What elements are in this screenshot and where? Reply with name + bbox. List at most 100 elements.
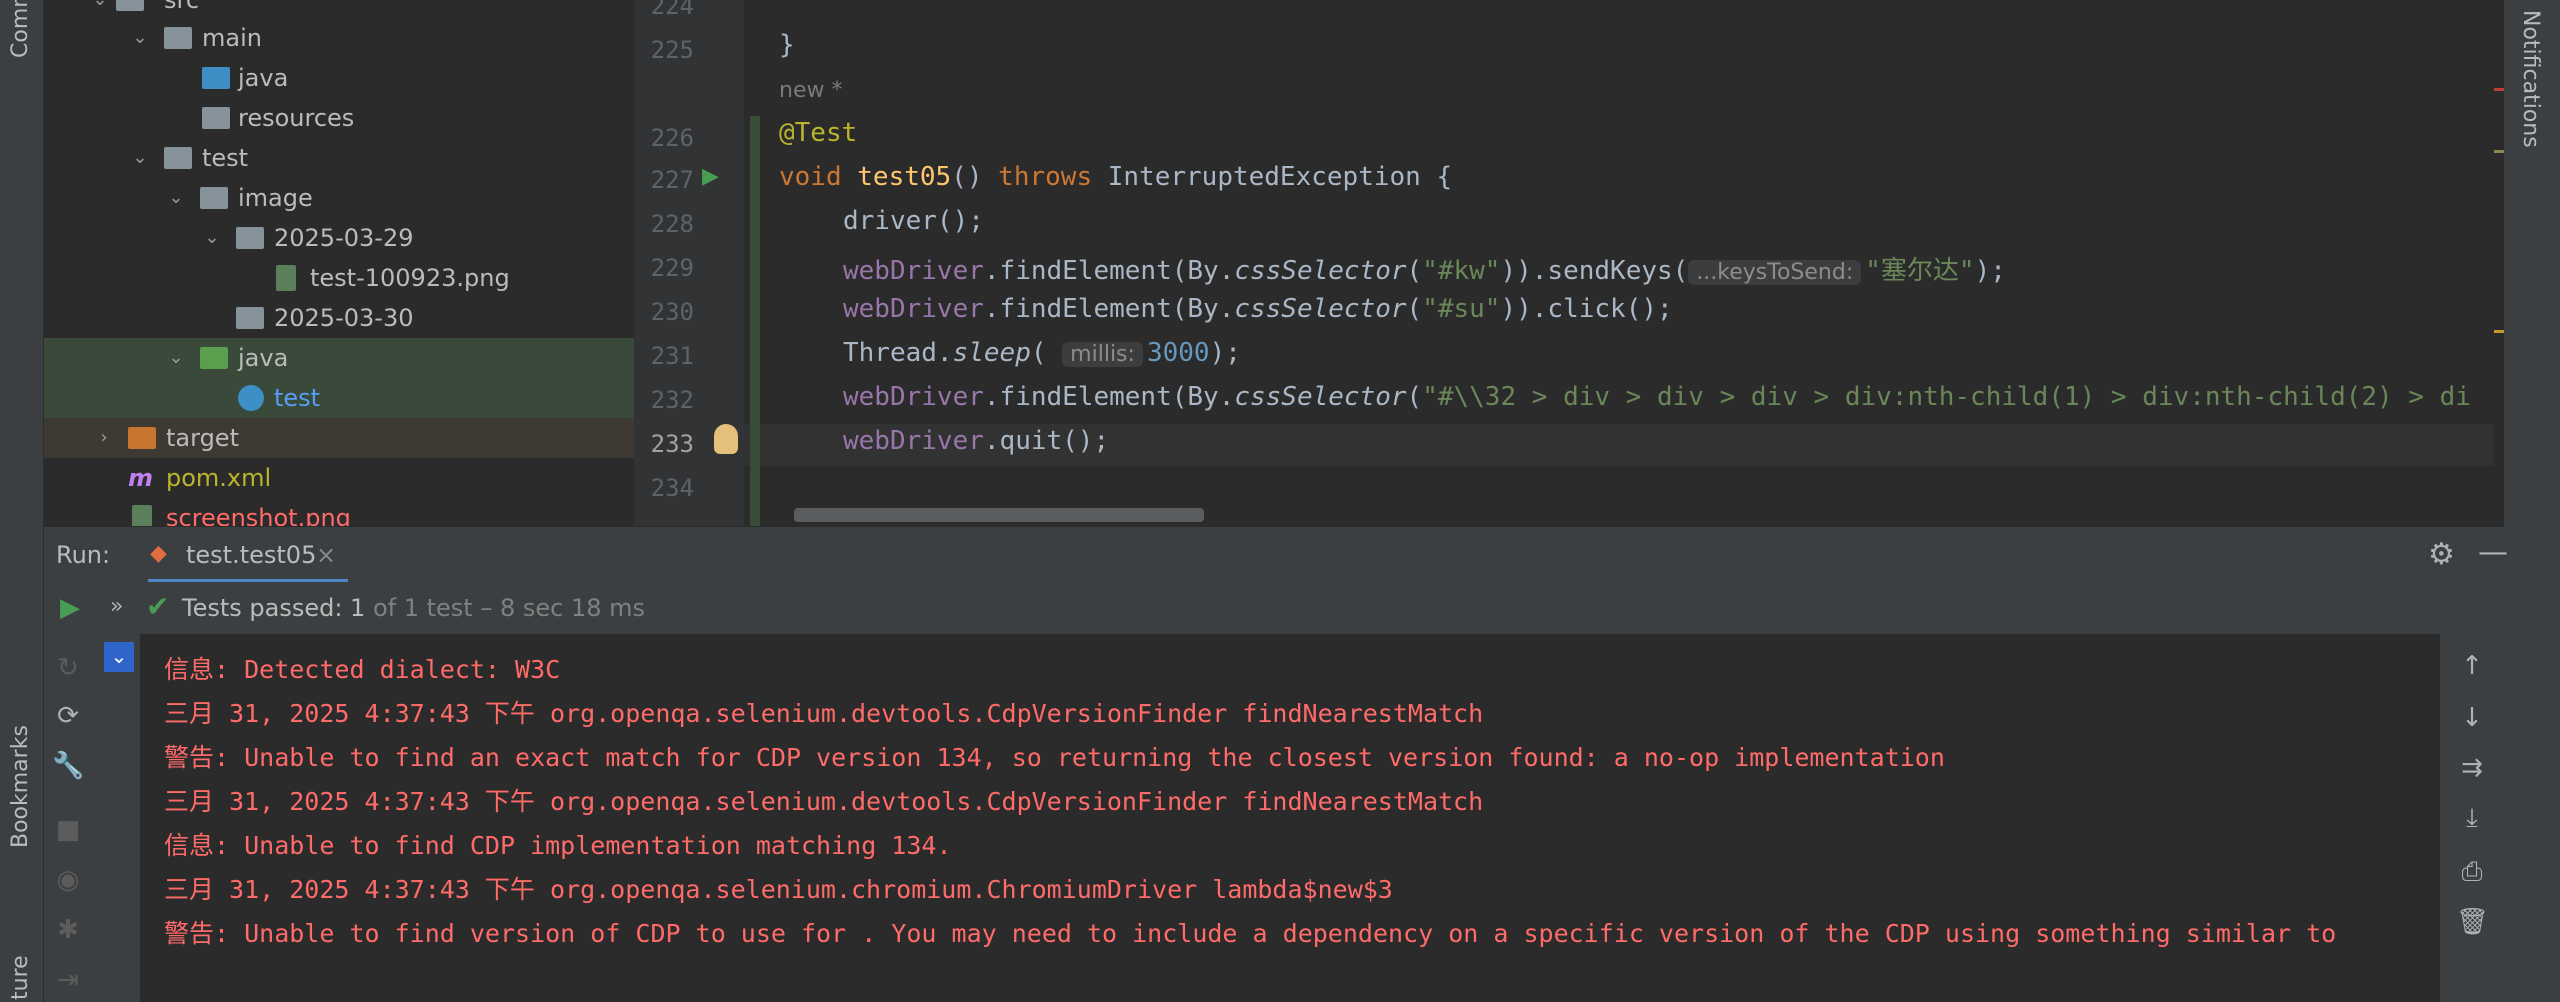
excluded-folder-icon (128, 427, 156, 449)
run-toolbar: ▶ » ✔ Tests passed: 1 of 1 test – 8 sec … (44, 582, 2504, 634)
console-line: 警告: Unable to find an exact match for CD… (164, 743, 1945, 772)
image-file-icon (276, 265, 296, 291)
editor-horizontal-scrollbar[interactable] (794, 508, 1204, 522)
line-number: 227 (650, 166, 694, 194)
console-line: 信息: Detected dialect: W3C (164, 655, 561, 684)
run-tab-label[interactable]: test.test05 (186, 541, 316, 569)
run-config-icon: ◆ (150, 541, 167, 566)
code-line: @Test (779, 118, 858, 148)
tree-item-2025-03-29[interactable]: ⌄ 2025-03-29 (44, 218, 634, 258)
tree-item-test[interactable]: ⌄ test (44, 138, 634, 178)
run-side-toolbar: ↻ ⟳ 🔧 ■ ◉ ✱ ⇥ (44, 634, 92, 1002)
chevron-down-icon[interactable]: ⌄ (130, 148, 150, 168)
tree-item-java-test[interactable]: ⌄ java (44, 338, 634, 378)
code-line: webDriver.quit(); (843, 426, 1110, 456)
toggle-auto-test-icon[interactable]: ⟳ (52, 700, 84, 732)
console-line: 三月 31, 2025 4:37:43 下午 org.openqa.seleni… (164, 787, 1484, 816)
code-line: webDriver.findElement(By.cssSelector("#k… (843, 256, 2006, 286)
scroll-to-end-icon[interactable]: ⤓ (2456, 802, 2488, 834)
chevron-down-icon[interactable]: ⌄ (90, 0, 110, 10)
run-test-icon[interactable]: ▶ (702, 164, 728, 190)
maven-icon: m (128, 464, 154, 492)
chevron-right-icon[interactable]: › (94, 428, 114, 448)
close-tab-icon[interactable]: × (316, 541, 336, 569)
tree-item-java-source[interactable]: java (44, 58, 634, 98)
tree-item-image[interactable]: ⌄ image (44, 178, 634, 218)
tree-item-main[interactable]: ⌄ main (44, 18, 634, 58)
arrow-down-icon[interactable]: ↓ (2456, 702, 2488, 734)
camera-icon[interactable]: ◉ (52, 864, 84, 896)
gear-icon[interactable]: ⚙ (2428, 537, 2455, 572)
tree-item-2025-03-30[interactable]: 2025-03-30 (44, 298, 634, 338)
trash-icon[interactable]: 🗑 (2456, 906, 2489, 938)
code-line: void test05() throws InterruptedExceptio… (779, 162, 1453, 192)
rerun-failed-icon[interactable]: ↻ (52, 652, 84, 684)
left-tool-strip: Commit Bookmarks ture (0, 0, 44, 1002)
line-number: 231 (650, 342, 694, 370)
print-icon[interactable]: ⎙ (2456, 856, 2488, 888)
chevron-down-icon[interactable]: ⌄ (130, 28, 150, 48)
debug-icon[interactable]: ✱ (52, 914, 84, 946)
code-line: webDriver.findElement(By.cssSelector("#\… (843, 382, 2471, 412)
run-panel-header: Run: ◆ test.test05 × ⚙ — (44, 526, 2508, 583)
exit-icon[interactable]: ⇥ (52, 964, 84, 996)
line-number: 229 (650, 254, 694, 282)
tree-item-test-class[interactable]: test (44, 378, 634, 418)
chevron-down-icon[interactable]: ⌄ (202, 228, 222, 248)
run-panel-title: Run: (56, 541, 111, 569)
class-icon (238, 385, 264, 411)
image-file-icon (132, 505, 152, 526)
expand-icon[interactable]: » (110, 594, 123, 619)
test-tree-collapsed: ⌄ (92, 634, 140, 1002)
tree-item-png-file[interactable]: test-100923.png (44, 258, 634, 298)
code-line: } (779, 30, 795, 60)
line-number: 226 (650, 124, 694, 152)
console-output[interactable]: 信息: Detected dialect: W3C 三月 31, 2025 4:… (140, 634, 2440, 1002)
folder-icon (164, 147, 192, 169)
chevron-down-icon[interactable]: ⌄ (166, 348, 186, 368)
line-number: 228 (650, 210, 694, 238)
folder-icon (164, 27, 192, 49)
resources-folder-icon (202, 107, 230, 129)
console-line: 三月 31, 2025 4:37:43 下午 org.openqa.seleni… (164, 875, 1393, 904)
folder-icon (236, 227, 264, 249)
check-icon: ✔ (146, 590, 170, 623)
console-line: 警告: Unable to find version of CDP to use… (164, 919, 2337, 948)
tree-item-resources[interactable]: resources (44, 98, 634, 138)
console-line: 三月 31, 2025 4:37:43 下午 org.openqa.seleni… (164, 699, 1484, 728)
lightbulb-icon[interactable] (714, 424, 738, 454)
rerun-icon[interactable]: ▶ (54, 592, 86, 624)
stop-icon[interactable]: ■ (52, 814, 84, 846)
structure-tool-tab[interactable]: ture (8, 955, 33, 1000)
parameter-hint: millis: (1062, 342, 1143, 367)
console-line: 信息: Unable to find CDP implementation ma… (164, 831, 952, 860)
wrench-icon[interactable]: 🔧 (52, 750, 84, 782)
project-tree: ⌄ src ⌄ main java resources ⌄ test ⌄ ima… (44, 0, 634, 526)
code-line: webDriver.findElement(By.cssSelector("#s… (843, 294, 1673, 324)
soft-wrap-icon[interactable]: ⇉ (2456, 752, 2488, 784)
test-status-text: Tests passed: 1 of 1 test – 8 sec 18 ms (182, 594, 646, 622)
notifications-tool-tab[interactable]: Notifications (2518, 10, 2543, 148)
line-number: 233 (650, 430, 694, 458)
tree-item-pom[interactable]: m pom.xml (44, 458, 634, 498)
folder-icon (200, 187, 228, 209)
chevron-down-icon[interactable]: ⌄ (166, 188, 186, 208)
arrow-up-icon[interactable]: ↑ (2456, 650, 2488, 682)
commit-tool-tab[interactable]: Commit (8, 0, 33, 58)
tree-item-target[interactable]: › target (44, 418, 634, 458)
folder-icon (116, 0, 144, 11)
line-number: 232 (650, 386, 694, 414)
parameter-hint: ...keysToSend: (1688, 260, 1862, 285)
minimize-icon[interactable]: — (2478, 535, 2508, 570)
code-editor[interactable]: 224 225 226 227 228 229 230 231 232 233 … (634, 0, 2504, 526)
right-tool-strip: Notifications (2504, 0, 2560, 1002)
error-stripe (2494, 0, 2514, 526)
line-number: 225 (650, 36, 694, 64)
tree-item-screenshot[interactable]: screenshot.png (44, 498, 634, 526)
tree-item-src[interactable]: ⌄ src (44, 0, 634, 20)
line-number: 234 (650, 474, 694, 502)
chevron-down-icon[interactable]: ⌄ (104, 642, 134, 672)
bookmarks-tool-tab[interactable]: Bookmarks (8, 725, 33, 848)
folder-icon (236, 307, 264, 329)
line-number: 230 (650, 298, 694, 326)
